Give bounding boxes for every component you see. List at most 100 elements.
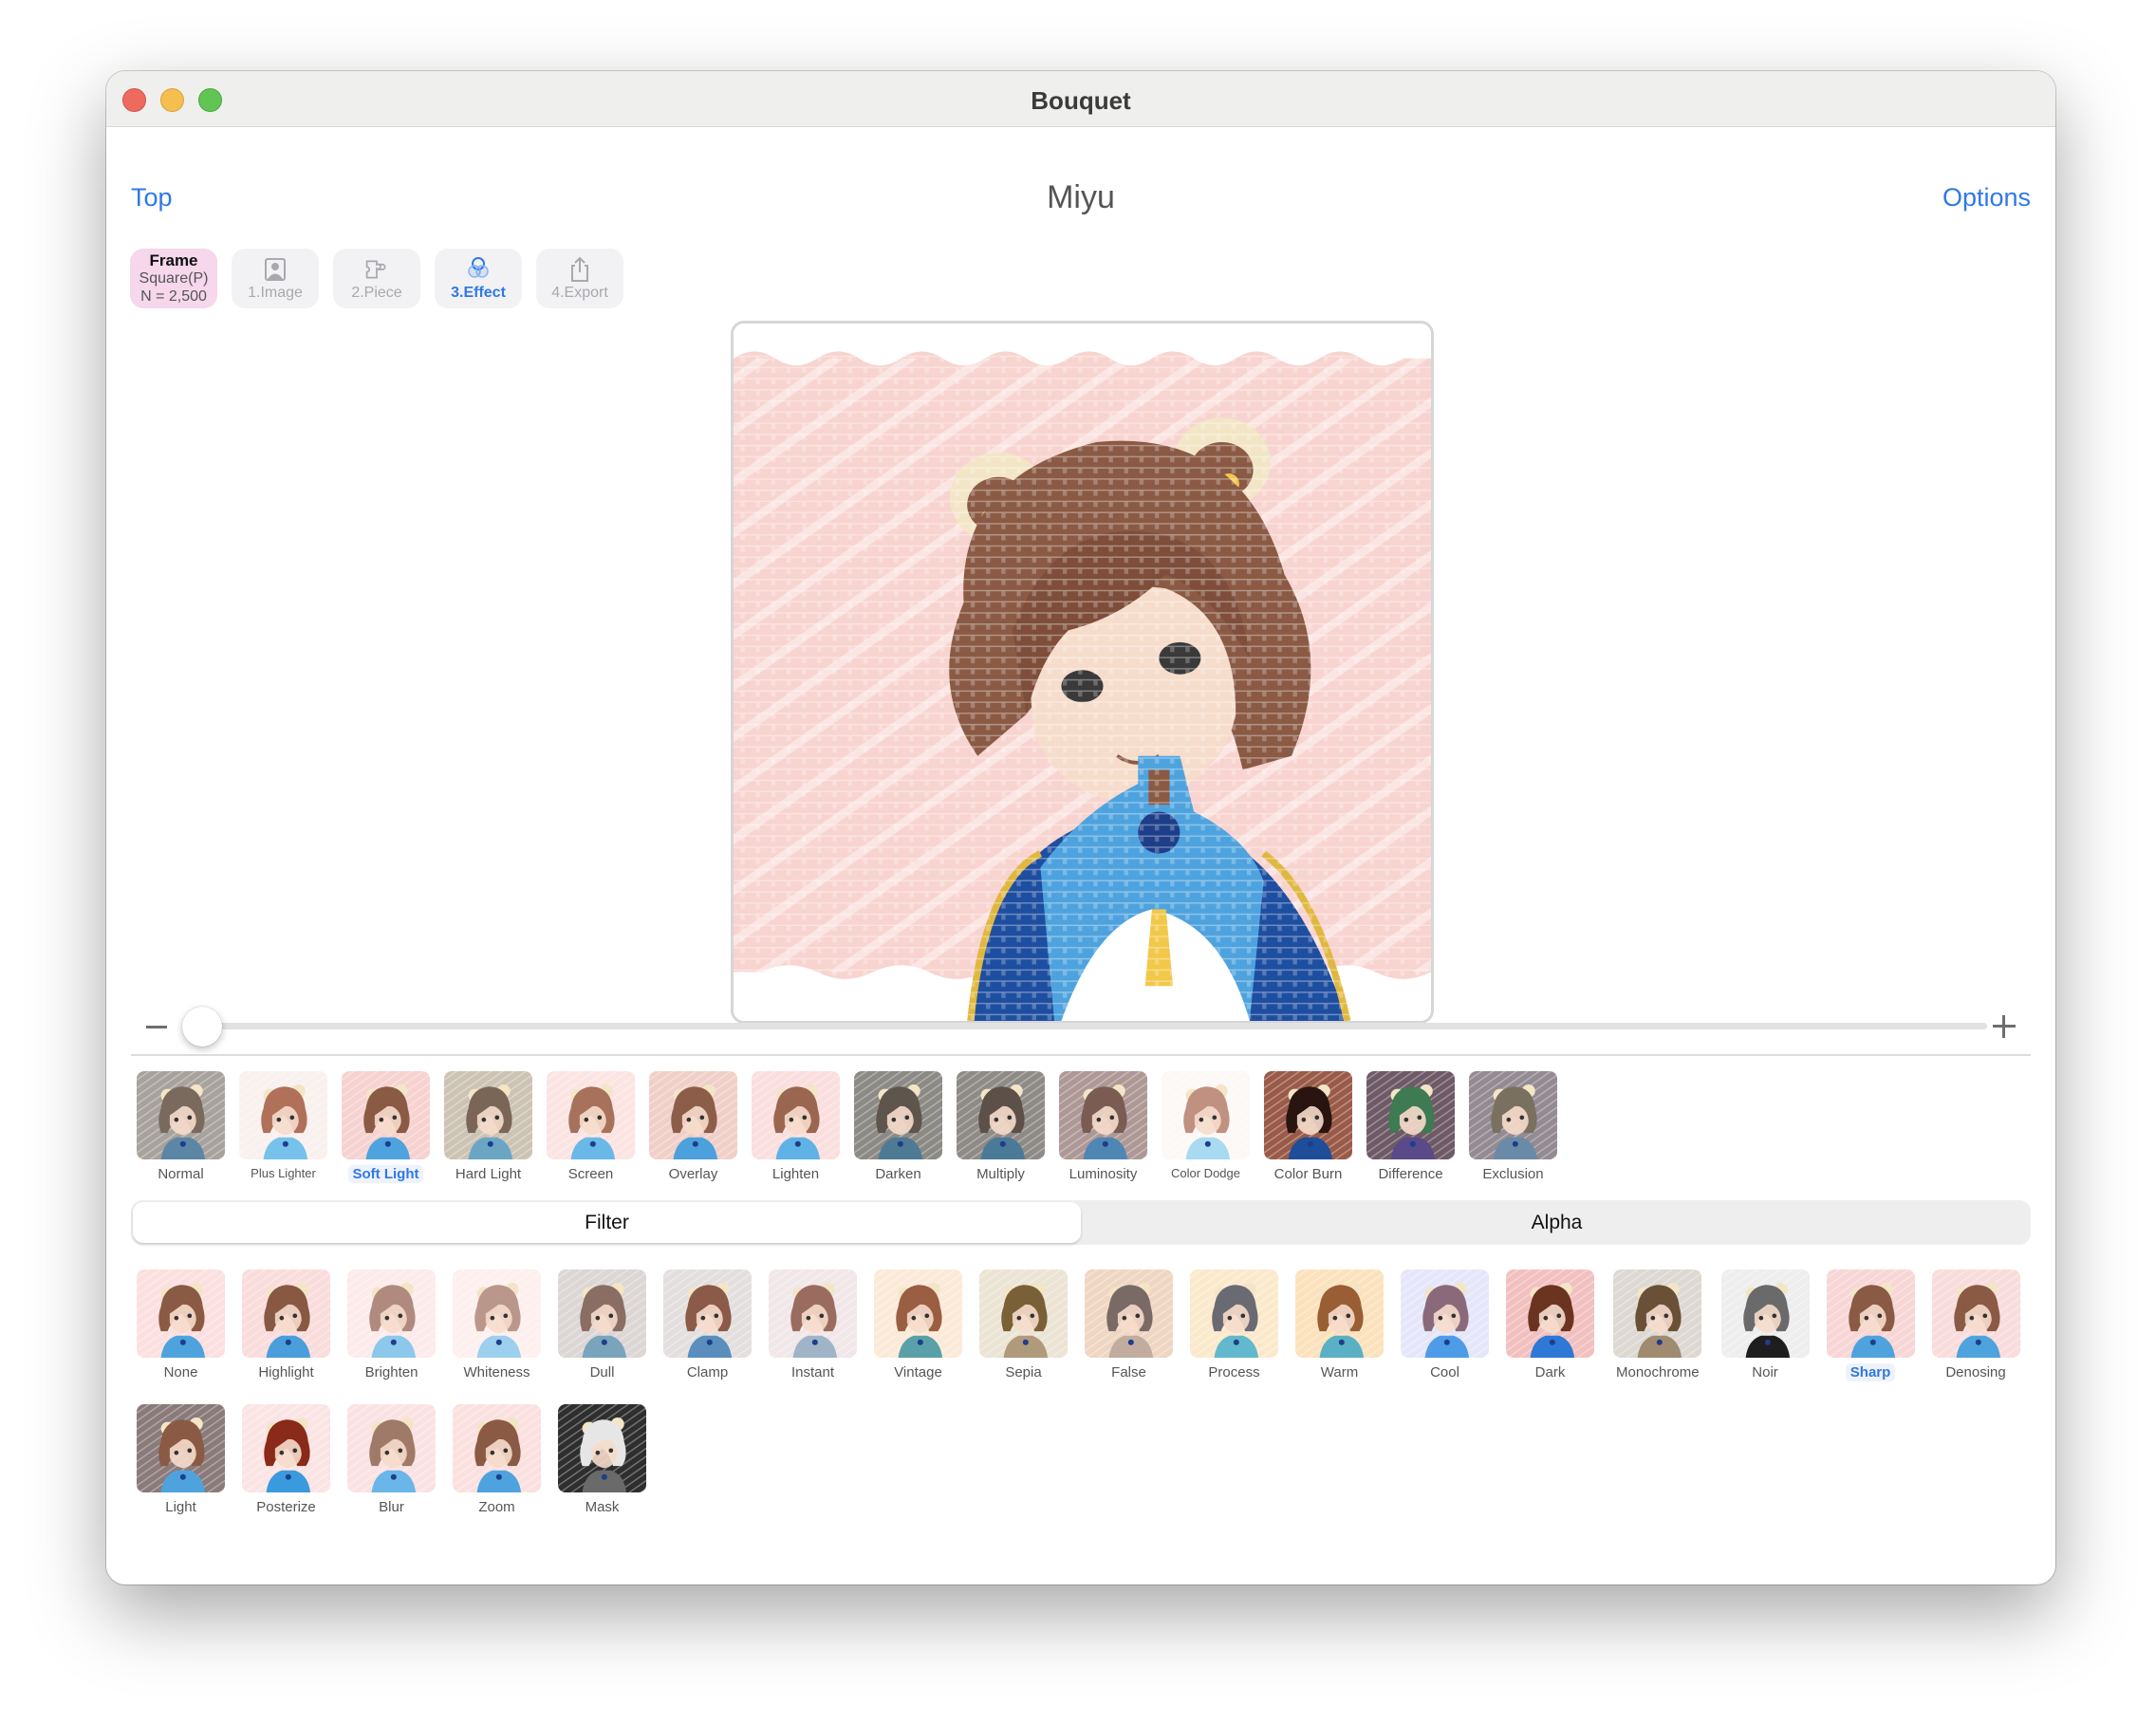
filter-instant[interactable]: Instant	[769, 1269, 857, 1381]
thumbnail-image	[752, 1071, 840, 1159]
step-piece-button[interactable]: 2.Piece	[333, 249, 420, 308]
blend-mode-exclusion[interactable]: Exclusion	[1469, 1071, 1557, 1183]
filter-label: Denosing	[1945, 1364, 2006, 1380]
filter-label: Posterize	[256, 1499, 316, 1515]
filter-light[interactable]: Light	[137, 1404, 225, 1516]
blend-mode-overlay[interactable]: Overlay	[649, 1071, 737, 1183]
zoom-in-plus-icon[interactable]	[1993, 1015, 2016, 1038]
mosaic-preview-image[interactable]	[731, 321, 1434, 1024]
thumbnail-image	[854, 1071, 942, 1159]
filter-monochrome[interactable]: Monochrome	[1611, 1269, 1704, 1381]
filter-zoom[interactable]: Zoom	[453, 1404, 541, 1516]
blend-mode-multiply[interactable]: Multiply	[957, 1071, 1045, 1183]
opacity-slider-knob[interactable]	[182, 1007, 222, 1047]
filter-label: Mask	[585, 1499, 620, 1515]
filter-label: Whiteness	[463, 1364, 530, 1380]
filter-label: False	[1111, 1364, 1146, 1380]
blend-mode-lighten[interactable]: Lighten	[752, 1071, 840, 1183]
thumbnail-image	[1059, 1071, 1147, 1159]
frame-title: Frame	[149, 251, 198, 269]
blend-mode-screen[interactable]: Screen	[547, 1071, 635, 1183]
filter-brighten[interactable]: Brighten	[347, 1269, 436, 1381]
step-effect-button[interactable]: 3.Effect	[435, 249, 522, 308]
zoom-out-minus-icon[interactable]	[146, 1026, 167, 1028]
filter-label: Vintage	[894, 1364, 942, 1380]
filter-noir[interactable]: Noir	[1720, 1269, 1810, 1381]
filter-dull[interactable]: Dull	[558, 1269, 646, 1381]
blend-mode-normal[interactable]: Normal	[137, 1071, 225, 1183]
step-export-button[interactable]: 4.Export	[536, 249, 623, 308]
blend-mode-difference[interactable]: Difference	[1366, 1071, 1455, 1183]
filter-thumbnail	[453, 1404, 541, 1492]
blend-mode-list: Normal Plus Lighter Soft Light Hard Ligh…	[137, 1071, 1557, 1183]
filter-false[interactable]: False	[1085, 1269, 1173, 1381]
blend-mode-label: Lighten	[771, 1166, 820, 1182]
blend-mode-plus-lighter[interactable]: Plus Lighter	[239, 1071, 327, 1183]
blend-mode-soft-light[interactable]: Soft Light	[342, 1071, 430, 1183]
blend-mode-thumbnail	[239, 1071, 327, 1159]
filter-process[interactable]: Process	[1190, 1269, 1278, 1381]
tab-alpha[interactable]: Alpha	[1083, 1200, 2031, 1245]
filter-thumbnail	[453, 1269, 541, 1358]
thumbnail-image	[1085, 1269, 1173, 1358]
thumbnail-image	[1401, 1269, 1489, 1358]
options-button[interactable]: Options	[1942, 183, 2031, 213]
filter-thumbnail	[137, 1269, 225, 1358]
frame-info-badge[interactable]: Frame Square(P) N = 2,500	[130, 249, 217, 308]
filter-blur[interactable]: Blur	[347, 1404, 436, 1516]
thumbnail-image	[1264, 1071, 1352, 1159]
filter-sepia[interactable]: Sepia	[979, 1269, 1068, 1381]
opacity-slider-track[interactable]	[182, 1023, 1987, 1029]
blend-mode-label: Screen	[567, 1166, 614, 1182]
puzzle-piece-icon	[365, 259, 386, 279]
filter-posterize[interactable]: Posterize	[242, 1404, 330, 1516]
step-image-button[interactable]: 1.Image	[232, 249, 319, 308]
filter-denosing[interactable]: Denosing	[1931, 1269, 2020, 1381]
filter-highlight[interactable]: Highlight	[242, 1269, 330, 1381]
filter-label: Sharp	[1845, 1363, 1896, 1381]
filter-clamp[interactable]: Clamp	[663, 1269, 752, 1381]
filter-sharp[interactable]: Sharp	[1826, 1269, 1915, 1381]
filter-thumbnail	[242, 1404, 330, 1492]
blend-mode-luminosity[interactable]: Luminosity	[1059, 1071, 1147, 1183]
step-export-label: 4.Export	[551, 284, 608, 301]
blend-mode-label: Luminosity	[1069, 1166, 1138, 1182]
blend-mode-thumbnail	[752, 1071, 840, 1159]
filter-list-row-2: Light Posterize Blur Zoom Mask	[137, 1404, 646, 1516]
share-icon	[571, 256, 588, 282]
filter-whiteness[interactable]: Whiteness	[453, 1269, 541, 1381]
photo-portrait-icon	[265, 257, 286, 281]
blend-mode-thumbnail	[649, 1071, 737, 1159]
workflow-steps: Frame Square(P) N = 2,500 1.Image 2.Piec…	[130, 249, 623, 308]
thumbnail-image	[769, 1269, 857, 1358]
blend-mode-label: Darken	[875, 1166, 921, 1182]
filter-list-row-1: None Highlight Brighten Whiteness Dull C…	[137, 1269, 2020, 1381]
section-divider	[131, 1054, 2031, 1056]
thumbnail-image	[649, 1071, 737, 1159]
filter-label: Zoom	[478, 1499, 515, 1515]
filter-none[interactable]: None	[137, 1269, 225, 1381]
thumbnail-image	[242, 1404, 330, 1492]
filter-warm[interactable]: Warm	[1295, 1269, 1384, 1381]
tab-filter[interactable]: Filter	[133, 1202, 1081, 1243]
thumbnail-image	[137, 1269, 225, 1358]
blend-mode-color-burn[interactable]: Color Burn	[1264, 1071, 1352, 1183]
filter-thumbnail	[1826, 1269, 1915, 1358]
filter-dark[interactable]: Dark	[1506, 1269, 1594, 1381]
filter-cool[interactable]: Cool	[1401, 1269, 1489, 1381]
blend-mode-color-dodge[interactable]: Color Dodge	[1162, 1071, 1250, 1183]
thumbnail-image	[453, 1404, 541, 1492]
filter-mask[interactable]: Mask	[558, 1404, 646, 1516]
filter-thumbnail	[874, 1269, 962, 1358]
blend-mode-thumbnail	[957, 1071, 1045, 1159]
filter-thumbnail	[1295, 1269, 1384, 1358]
filter-thumbnail	[347, 1269, 436, 1358]
blend-mode-thumbnail	[1162, 1071, 1250, 1159]
filter-vintage[interactable]: Vintage	[874, 1269, 962, 1381]
thumbnail-image	[239, 1071, 327, 1159]
blend-mode-darken[interactable]: Darken	[854, 1071, 942, 1183]
filter-thumbnail	[979, 1269, 1068, 1358]
blend-mode-label: Plus Lighter	[251, 1166, 316, 1180]
thumbnail-image	[242, 1269, 330, 1358]
blend-mode-hard-light[interactable]: Hard Light	[444, 1071, 532, 1183]
